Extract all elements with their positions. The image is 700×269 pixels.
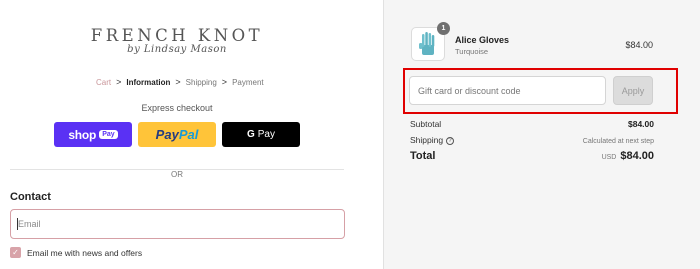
newsletter-label: Email me with news and offers — [27, 247, 143, 258]
glove-image-icon — [419, 32, 435, 55]
newsletter-checkbox[interactable]: ✓ — [10, 247, 21, 258]
google-pay-button[interactable]: G Pay — [222, 122, 300, 147]
text-caret — [17, 218, 18, 230]
shipping-row: Shipping? Calculated at next step — [410, 135, 654, 145]
paypal-wordmark-pay: Pay — [155, 127, 179, 142]
item-name: Alice Gloves — [455, 35, 510, 45]
shipping-label: Shipping — [410, 135, 444, 145]
currency-code: USD — [601, 154, 617, 161]
brand-logo-subtitle: by Lindsay Mason — [127, 44, 227, 55]
email-field[interactable] — [10, 209, 345, 239]
shipping-label-group: Shipping? — [410, 135, 455, 145]
brand-logo-title: FRENCH KNOT — [90, 26, 264, 45]
breadcrumb: Cart > Information > Shipping > Payment — [96, 77, 264, 87]
breadcrumb-payment: Payment — [232, 77, 264, 87]
express-checkout-buttons: shop Pay Pay Pal G Pay — [54, 122, 300, 147]
item-price: $84.00 — [625, 40, 653, 50]
or-divider-label: OR — [161, 170, 193, 179]
quantity-badge: 1 — [437, 22, 450, 35]
item-variant: Turquoise — [455, 47, 489, 56]
chevron-right-icon: > — [116, 77, 122, 87]
breadcrumb-information: Information — [126, 77, 171, 87]
paypal-button[interactable]: Pay Pal — [138, 122, 216, 147]
question-icon[interactable]: ? — [446, 136, 455, 145]
contact-heading: Contact — [10, 191, 51, 203]
discount-code-input[interactable] — [409, 76, 606, 105]
total-row: Total USD $84.00 — [410, 150, 654, 162]
express-checkout-label: Express checkout — [141, 103, 213, 113]
shop-pay-wordmark: shop — [68, 127, 97, 142]
order-summary-panel: 1 Alice Gloves Turquoise $84.00 Apply Su… — [383, 0, 700, 269]
total-amount-group: USD $84.00 — [602, 150, 654, 162]
subtotal-label: Subtotal — [410, 119, 442, 129]
subtotal-value: $84.00 — [628, 119, 654, 129]
total-value: $84.00 — [620, 150, 654, 162]
shop-pay-pill: Pay — [99, 130, 118, 139]
shipping-value: Calculated at next step — [582, 138, 654, 145]
breadcrumb-cart-link[interactable]: Cart — [96, 78, 111, 87]
subtotal-row: Subtotal $84.00 — [410, 119, 654, 129]
checkout-main-panel: FRENCH KNOT by Lindsay Mason Cart > Info… — [0, 0, 383, 269]
breadcrumb-shipping: Shipping — [185, 77, 217, 87]
newsletter-option[interactable]: ✓ Email me with news and offers — [10, 247, 142, 258]
google-pay-wordmark: Pay — [257, 129, 275, 140]
chevron-right-icon: > — [175, 77, 181, 87]
shop-pay-button[interactable]: shop Pay — [54, 122, 132, 147]
apply-discount-button[interactable]: Apply — [613, 76, 653, 105]
chevron-right-icon: > — [221, 77, 228, 87]
google-g-icon: G — [246, 129, 255, 140]
paypal-wordmark-pal: Pal — [178, 127, 199, 142]
total-label: Total — [410, 150, 436, 162]
product-thumbnail: 1 — [411, 22, 450, 61]
or-divider: OR — [0, 164, 354, 182]
